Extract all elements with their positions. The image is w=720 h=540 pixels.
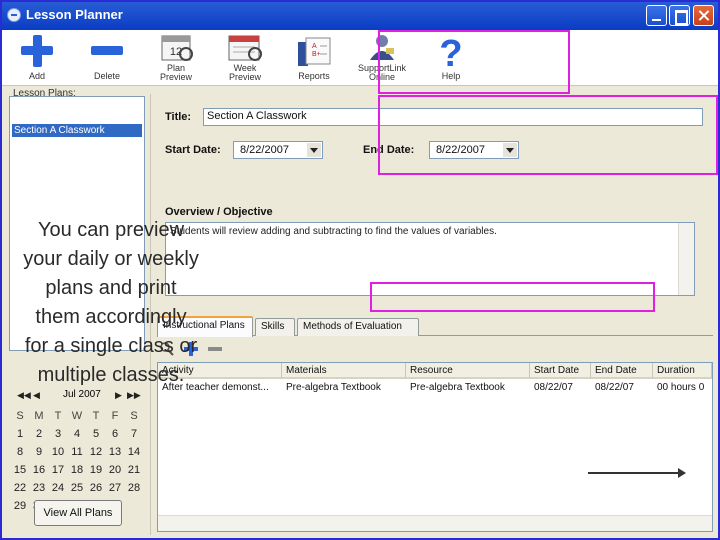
start-date-label: Start Date: — [165, 144, 221, 156]
table-cell-start-date[interactable]: 08/22/07 — [530, 381, 591, 395]
delete-label: Delete — [93, 71, 120, 81]
calendar-weekday: S — [130, 410, 138, 422]
calendar-day[interactable]: 26 — [87, 482, 105, 494]
next-year-icon[interactable]: ▶▶ — [127, 390, 141, 401]
calendar-day[interactable]: 16 — [30, 464, 48, 476]
table-cell-duration[interactable]: 00 hours 0 — [653, 381, 712, 395]
table-cell-end-date[interactable]: 08/22/07 — [591, 381, 653, 395]
title-label: Title: — [165, 111, 192, 123]
week-calendar-icon — [228, 35, 262, 61]
calendar-day[interactable]: 28 — [125, 482, 143, 494]
plan-preview-label-2: Preview — [159, 72, 192, 82]
calendar-day[interactable]: 24 — [49, 482, 67, 494]
calendar-day[interactable]: 15 — [11, 464, 29, 476]
maximize-button[interactable] — [669, 5, 690, 26]
remove-row-icon[interactable] — [207, 341, 223, 357]
calendar-weekday: W — [71, 410, 83, 422]
close-button[interactable] — [693, 5, 714, 26]
calendar-weekday: M — [34, 410, 44, 422]
calendar-weekday: T — [54, 410, 62, 422]
week-preview-button[interactable]: Week Preview — [214, 32, 276, 84]
week-preview-label-2: Preview — [228, 72, 261, 82]
reports-button[interactable]: A B+ Reports — [283, 32, 345, 84]
highlight-box-preview-buttons — [378, 30, 570, 94]
add-label: Add — [28, 71, 45, 81]
calendar-day[interactable]: 12 — [87, 446, 105, 458]
window-title: Lesson Planner — [26, 7, 123, 22]
column-header-start-date[interactable]: Start Date — [530, 363, 591, 379]
calendar-icon: 12 — [161, 35, 193, 61]
prev-month-icon[interactable]: ◀ — [33, 390, 40, 401]
minus-icon — [91, 46, 123, 55]
calendar-weekday: T — [92, 410, 100, 422]
minimize-button[interactable] — [646, 5, 667, 26]
reports-label: Reports — [298, 71, 330, 81]
list-item-selected-plan[interactable]: Section A Classwork — [12, 124, 142, 137]
detail-tabs: Instructional Plans Skills Methods of Ev… — [157, 316, 713, 337]
window-title-bar: Lesson Planner — [0, 0, 720, 30]
tab-methods-of-evaluation[interactable]: Methods of Evaluation — [297, 318, 419, 336]
report-card-icon: A B+ — [298, 37, 331, 66]
main-toolbar: Add Delete 12 Plan Preview Week Preview … — [2, 30, 718, 86]
calendar-day[interactable]: 1 — [11, 428, 29, 440]
overview-text: Students will review adding and subtract… — [170, 226, 497, 237]
delete-button[interactable]: Delete — [76, 32, 138, 84]
svg-text:B+: B+ — [312, 51, 321, 58]
calendar-day[interactable]: 25 — [68, 482, 86, 494]
calendar-day[interactable]: 6 — [106, 428, 124, 440]
calendar-day[interactable]: 21 — [125, 464, 143, 476]
calendar-day[interactable]: 8 — [11, 446, 29, 458]
calendar-weekday: S — [16, 410, 24, 422]
vertical-scrollbar[interactable] — [678, 223, 694, 295]
arrow-head-icon — [678, 468, 686, 478]
table-cell-resource[interactable]: Pre-algebra Textbook — [406, 381, 530, 395]
column-header-materials[interactable]: Materials — [282, 363, 406, 379]
calendar-day[interactable]: 7 — [125, 428, 143, 440]
calendar-day[interactable]: 22 — [11, 482, 29, 494]
calendar-day[interactable]: 29 — [11, 500, 29, 512]
calendar-day[interactable]: 17 — [49, 464, 67, 476]
start-date-picker[interactable]: 8/22/2007 — [233, 141, 323, 159]
column-header-duration[interactable]: Duration — [653, 363, 712, 379]
app-icon — [7, 8, 21, 22]
column-header-end-date[interactable]: End Date — [591, 363, 653, 379]
highlight-box-dates — [378, 95, 718, 175]
next-month-icon[interactable]: ▶ — [115, 390, 122, 401]
tab-skills[interactable]: Skills — [255, 318, 295, 336]
pointer-arrow — [588, 472, 682, 474]
tutorial-caption: You can preview your daily or weekly pla… — [23, 219, 199, 386]
calendar-header: ◀◀ ◀ Jul 2007 ▶ ▶▶ — [11, 389, 145, 405]
view-all-plans-button[interactable]: View All Plans — [34, 500, 122, 526]
start-date-value: 8/22/2007 — [240, 144, 289, 156]
calendar-day[interactable]: 10 — [49, 446, 67, 458]
add-button[interactable]: Add — [6, 32, 68, 84]
calendar-day[interactable]: 2 — [30, 428, 48, 440]
plus-icon — [21, 35, 53, 67]
svg-text:A: A — [312, 43, 317, 50]
calendar-day[interactable]: 5 — [87, 428, 105, 440]
calendar-day[interactable]: 4 — [68, 428, 86, 440]
calendar-day[interactable]: 9 — [30, 446, 48, 458]
calendar-weekday: F — [111, 410, 119, 422]
calendar-day[interactable]: 11 — [68, 446, 86, 458]
calendar-day[interactable]: 3 — [49, 428, 67, 440]
horizontal-scrollbar[interactable] — [158, 515, 712, 531]
column-header-resource[interactable]: Resource — [406, 363, 530, 379]
highlight-box-evaluation-tab — [370, 282, 655, 312]
activity-grid[interactable]: Activity Materials Resource Start Date E… — [157, 362, 713, 532]
chevron-down-icon[interactable] — [307, 143, 321, 157]
calendar-day[interactable]: 19 — [87, 464, 105, 476]
plan-preview-button[interactable]: 12 Plan Preview — [145, 32, 207, 84]
calendar-day[interactable]: 14 — [125, 446, 143, 458]
table-cell-materials[interactable]: Pre-algebra Textbook — [282, 381, 406, 395]
calendar-day[interactable]: 20 — [106, 464, 124, 476]
calendar-month: Jul 2007 — [63, 389, 101, 400]
calendar-day[interactable]: 18 — [68, 464, 86, 476]
calendar-day[interactable]: 27 — [106, 482, 124, 494]
calendar-day[interactable]: 23 — [30, 482, 48, 494]
calendar-day[interactable]: 13 — [106, 446, 124, 458]
prev-year-icon[interactable]: ◀◀ — [17, 390, 31, 401]
